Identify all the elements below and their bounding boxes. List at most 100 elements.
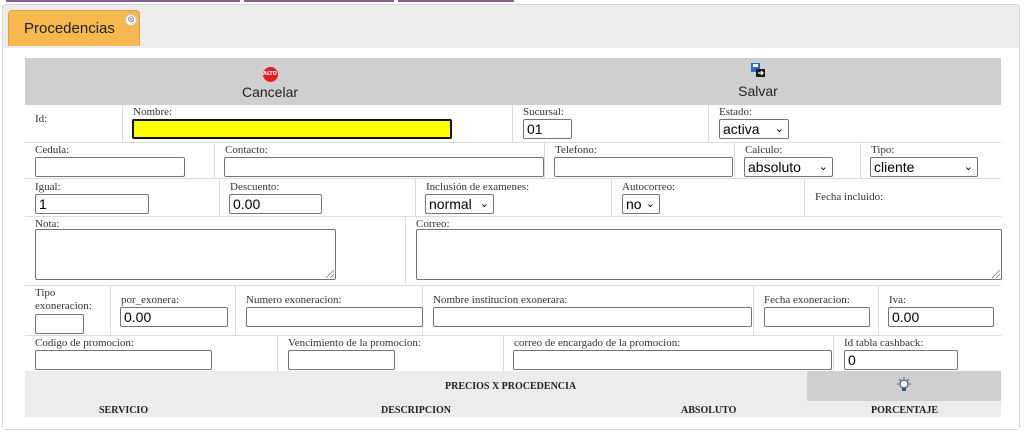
iva-label: Iva: — [889, 294, 907, 306]
calculo-label: Calculo: — [745, 144, 783, 156]
precios-section-header: PRECIOS X PROCEDENCIA — [25, 371, 1001, 401]
correo-encargado-cell: correo de encargado de la promocion: — [504, 336, 834, 371]
correo-encargado-input[interactable] — [513, 350, 832, 370]
close-icon[interactable]: ⊗ — [125, 14, 137, 26]
descuento-cell: Descuento: 0.00 — [220, 179, 416, 216]
form-row-6: Codigo de promocion: Vencimiento de la p… — [25, 336, 1001, 371]
section-title: PRECIOS X PROCEDENCIA — [445, 381, 577, 392]
tipo-value: cliente — [874, 159, 915, 175]
nota-cell: Nota: — [25, 217, 406, 285]
tipo-select[interactable]: cliente ⌄ — [870, 157, 978, 177]
add-precio-button[interactable] — [807, 371, 1001, 401]
contacto-input[interactable] — [224, 157, 544, 177]
inclusion-select[interactable]: normal ⌄ — [425, 194, 494, 214]
cancel-button[interactable]: ALTO Cancelar — [225, 62, 315, 100]
tab-procedencias[interactable]: Procedencias ⊗ — [8, 10, 140, 46]
estado-value: activa — [723, 121, 760, 137]
codigo-promocion-input[interactable] — [35, 350, 212, 370]
calculo-cell: Calculo: absoluto ⌄ — [735, 143, 861, 178]
cedula-input[interactable] — [35, 157, 185, 177]
cancel-label: Cancelar — [241, 84, 299, 100]
autocorreo-cell: Autocorreo: no ⌄ — [612, 179, 805, 216]
nombre-institucion-label: Nombre institucion exonerara: — [433, 294, 568, 306]
contacto-label: Contacto: — [225, 144, 268, 156]
calculo-value: absoluto — [748, 159, 801, 175]
chevron-down-icon: ⌄ — [818, 161, 828, 173]
chevron-down-icon: ⌄ — [479, 198, 489, 210]
nombre-institucion-cell: Nombre institucion exonerara: — [423, 286, 754, 335]
iva-cell: Iva: 0.00 — [879, 286, 1001, 335]
tab-panel: Procedencias ⊗ ALTO Cancelar Salvar Id: … — [2, 4, 1020, 430]
col-absoluto: ABSOLUTO — [681, 405, 737, 416]
chevron-down-icon: ⌄ — [963, 161, 973, 173]
vencimiento-label: Vencimiento de la promocion: — [288, 337, 421, 349]
inclusion-label: Inclusión de examenes: — [426, 181, 530, 193]
fecha-incluido-cell: Fecha incluido: — [805, 179, 1001, 216]
nombre-institucion-input[interactable] — [433, 307, 752, 327]
tipo-cell: Tipo: cliente ⌄ — [861, 143, 1001, 178]
numero-exoneracion-label: Numero exoneracion: — [246, 294, 342, 306]
igual-input[interactable]: 1 — [35, 194, 149, 214]
vencimiento-cell: Vencimiento de la promocion: — [278, 336, 504, 371]
form-row-2: Cedula: Contacto: Telefono: Calculo: abs… — [25, 143, 1001, 179]
tab-title: Procedencias — [24, 20, 115, 37]
save-label: Salvar — [738, 83, 778, 99]
correo-encargado-label: correo de encargado de la promocion: — [514, 337, 681, 349]
resize-grip-icon[interactable] — [326, 270, 334, 278]
id-cashback-input[interactable]: 0 — [844, 350, 958, 370]
tipo-label: Tipo: — [871, 144, 895, 156]
igual-cell: Igual: 1 — [25, 179, 220, 216]
descuento-label: Descuento: — [230, 181, 280, 193]
por-exonera-input[interactable]: 0.00 — [120, 307, 228, 327]
codigo-promocion-cell: Codigo de promocion: — [25, 336, 278, 371]
tipo-exoneracion-input[interactable] — [35, 314, 84, 334]
por-exonera-cell: por_exonera: 0.00 — [111, 286, 236, 335]
cedula-label: Cedula: — [35, 144, 70, 156]
chevron-down-icon: ⌄ — [774, 123, 784, 135]
inclusion-value: normal — [429, 196, 472, 212]
estado-cell: Estado: activa ⌄ — [709, 105, 1001, 142]
save-button[interactable]: Salvar — [713, 62, 803, 99]
telefono-label: Telefono: — [555, 144, 597, 156]
nombre-label: Nombre: — [133, 106, 173, 118]
inclusion-cell: Inclusión de examenes: normal ⌄ — [416, 179, 612, 216]
descuento-input[interactable]: 0.00 — [229, 194, 322, 214]
estado-select[interactable]: activa ⌄ — [719, 119, 789, 139]
telefono-input[interactable] — [554, 157, 733, 177]
lightbulb-icon — [897, 377, 911, 391]
top-accent-strip — [0, 0, 1024, 2]
sucursal-input[interactable]: 01 — [523, 119, 572, 139]
col-servicio: SERVICIO — [99, 405, 149, 416]
vencimiento-input[interactable] — [288, 350, 395, 370]
toolbar: ALTO Cancelar Salvar — [25, 58, 1001, 105]
contacto-cell: Contacto: — [215, 143, 545, 178]
numero-exoneracion-cell: Numero exoneracion: — [236, 286, 423, 335]
igual-label: Igual: — [35, 181, 61, 193]
cedula-cell: Cedula: — [25, 143, 215, 178]
autocorreo-label: Autocorreo: — [622, 181, 676, 193]
iva-input[interactable]: 0.00 — [888, 307, 994, 327]
codigo-promocion-label: Codigo de promocion: — [35, 337, 134, 349]
autocorreo-value: no — [626, 196, 642, 212]
tipo-exoneracion-label: Tipo — [35, 287, 56, 299]
id-cell: Id: — [25, 105, 123, 142]
precios-table-header: SERVICIO DESCRIPCION ABSOLUTO PORCENTAJE — [25, 401, 1001, 417]
autocorreo-select[interactable]: no ⌄ — [622, 194, 660, 214]
tipo-exoneracion-label-2: exoneracion: — [35, 300, 92, 312]
form-row-3: Igual: 1 Descuento: 0.00 Inclusión de ex… — [25, 179, 1001, 217]
resize-grip-icon[interactable] — [992, 270, 1000, 278]
form-row-1: Id: Nombre: Sucursal: 01 Estado: activa … — [25, 105, 1001, 143]
nombre-input[interactable] — [132, 119, 452, 139]
correo-textarea[interactable] — [416, 229, 1002, 280]
sucursal-cell: Sucursal: 01 — [513, 105, 709, 142]
nota-textarea[interactable] — [35, 229, 336, 280]
sucursal-label: Sucursal: — [523, 106, 564, 118]
tipo-exoneracion-cell: Tipo exoneracion: — [25, 286, 111, 335]
id-cashback-cell: Id tabla cashback: 0 — [834, 336, 1001, 371]
col-descripcion: DESCRIPCION — [381, 405, 452, 416]
calculo-select[interactable]: absoluto ⌄ — [744, 157, 833, 177]
numero-exoneracion-input[interactable] — [246, 307, 423, 327]
fecha-exoneracion-input[interactable] — [764, 307, 870, 327]
col-porcentaje: PORCENTAJE — [871, 405, 939, 416]
form-row-4: Nota: Correo: — [25, 217, 1002, 286]
